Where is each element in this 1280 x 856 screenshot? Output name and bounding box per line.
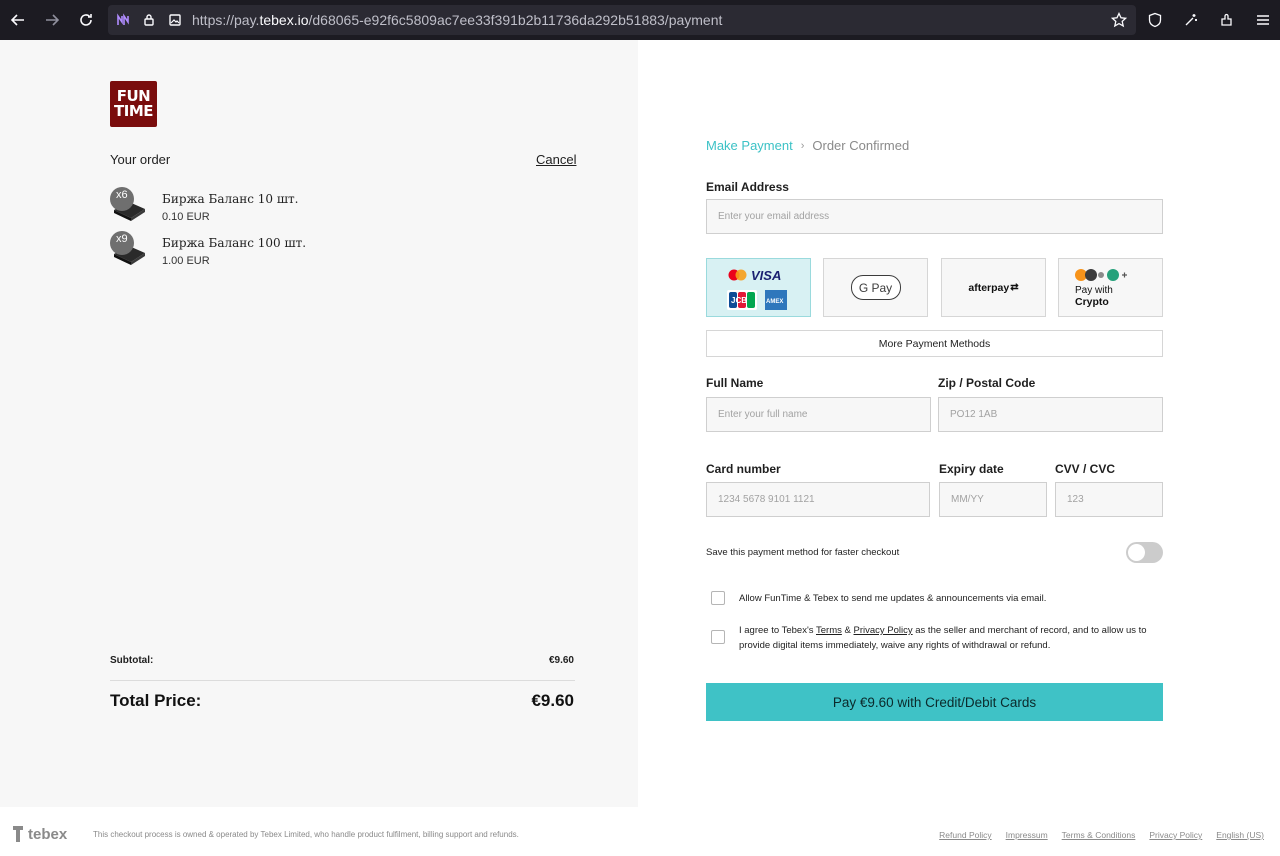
card-payment-tile[interactable]: VISA JCB AMEX (706, 258, 811, 317)
google-pay-tile[interactable]: G Pay (823, 258, 928, 317)
subtotal-label: Subtotal: (110, 655, 154, 666)
afterpay-arrows-icon: ⇄ (1010, 282, 1019, 293)
fullname-placeholder: Enter your full name (718, 409, 808, 420)
crypto-line2: Crypto (1075, 295, 1109, 308)
cvv-label: CVV / CVC (1055, 462, 1116, 476)
tebex-mark-icon (13, 826, 23, 842)
image-permission-icon[interactable] (164, 9, 186, 31)
expiry-placeholder: MM/YY (951, 494, 984, 505)
fullname-label: Full Name (706, 376, 764, 390)
item-price: 1.00 EUR (162, 255, 210, 267)
address-bar[interactable]: https://pay.tebex.io/d68065-e92f6c5809ac… (108, 5, 1136, 35)
store-logo[interactable]: FUN TIME (110, 81, 157, 127)
crypto-line1: Pay with (1075, 284, 1113, 296)
order-item: x9 Биржа Баланс 100 шт. 1.00 EUR (110, 230, 410, 270)
terms-pre-text: I agree to Tebex's (739, 625, 816, 636)
visa-logo: VISA (751, 268, 781, 283)
step-order-confirmed: Order Confirmed (812, 138, 910, 153)
refund-policy-link[interactable]: Refund Policy (939, 830, 991, 840)
impressum-link[interactable]: Impressum (1006, 830, 1048, 840)
shield-icon[interactable] (1138, 4, 1172, 36)
crypto-coins-icon (1075, 268, 1127, 281)
item-name: Биржа Баланс 100 шт. (162, 236, 307, 250)
terms-link[interactable]: Terms (816, 625, 842, 636)
updates-consent-text: Allow FunTime & Tebex to send me updates… (739, 593, 1047, 604)
expiry-label: Expiry date (939, 462, 1004, 476)
browser-toolbar: https://pay.tebex.io/d68065-e92f6c5809ac… (0, 0, 1280, 40)
crypto-tile[interactable]: Pay with Crypto (1058, 258, 1163, 317)
updates-consent-checkbox[interactable] (711, 591, 725, 605)
item-quantity: x6 (116, 189, 128, 201)
checkout-steps: Make Payment › Order Confirmed (706, 138, 909, 153)
privacy-policy-footer-link[interactable]: Privacy Policy (1149, 830, 1202, 840)
cvv-input[interactable]: 123 (1055, 482, 1163, 517)
footer: tebex This checkout process is owned & o… (0, 807, 1280, 856)
amex-logo: AMEX (766, 299, 783, 305)
order-summary-panel: FUN TIME Your order Cancel x6 Биржа Бала… (0, 40, 638, 807)
cvv-placeholder: 123 (1067, 494, 1084, 505)
url-host: tebex.io (259, 12, 309, 28)
footer-note: This checkout process is owned & operate… (93, 830, 519, 839)
google-pay-logo: G Pay (850, 275, 901, 300)
card-number-input[interactable]: 1234 5678 9101 1121 (706, 482, 930, 517)
google-pay-text: G Pay (858, 280, 893, 295)
subtotal-value: €9.60 (548, 655, 574, 666)
cancel-link[interactable]: Cancel (536, 152, 576, 167)
summary-divider (110, 680, 575, 681)
url-prefix: https://pay. (192, 12, 260, 28)
fullname-input[interactable]: Enter your full name (706, 397, 931, 432)
magic-wand-icon[interactable] (1174, 4, 1208, 36)
afterpay-tile[interactable]: afterpay ⇄ (941, 258, 1046, 317)
email-placeholder: Enter your email address (718, 211, 830, 222)
terms-amp-text: & (841, 625, 854, 636)
extension-icon[interactable] (112, 9, 134, 31)
toolbar-right (1100, 4, 1280, 36)
zip-label: Zip / Postal Code (938, 376, 1036, 390)
terms-consent-checkbox[interactable] (711, 630, 725, 644)
extensions-icon[interactable] (1210, 4, 1244, 36)
back-icon[interactable] (2, 4, 34, 36)
logo-line2: TIME (114, 102, 154, 120)
card-brands-icon: VISA JCB AMEX (726, 268, 787, 310)
item-quantity: x9 (116, 233, 128, 245)
chevron-right-icon: › (800, 139, 805, 152)
order-item: x6 Биржа Баланс 10 шт. 0.10 EUR (110, 186, 410, 226)
zip-placeholder: PO12 1AB (950, 409, 998, 420)
card-number-placeholder: 1234 5678 9101 1121 (718, 494, 815, 505)
zip-input[interactable]: PO12 1AB (938, 397, 1163, 432)
jcb-logo: JCB (731, 296, 747, 305)
bookmark-star-icon[interactable] (1102, 4, 1136, 36)
item-name: Биржа Баланс 10 шт. (162, 192, 299, 206)
save-method-toggle[interactable] (1126, 542, 1163, 563)
expiry-input[interactable]: MM/YY (939, 482, 1047, 517)
toggle-knob (1128, 544, 1145, 561)
url-path: /d68065-e92f6c5809ac7ee33f391b2b11736da2… (308, 12, 723, 28)
more-payment-methods-button[interactable]: More Payment Methods (706, 330, 1163, 357)
forward-icon[interactable] (36, 4, 68, 36)
email-input[interactable]: Enter your email address (706, 199, 1163, 234)
terms-conditions-link[interactable]: Terms & Conditions (1062, 830, 1136, 840)
tebex-logo[interactable]: tebex (12, 824, 67, 844)
item-price: 0.10 EUR (162, 211, 210, 223)
language-selector[interactable]: English (US) (1216, 830, 1264, 840)
email-label: Email Address (706, 180, 789, 194)
card-number-label: Card number (706, 462, 781, 476)
tebex-wordmark: tebex (28, 825, 68, 843)
pay-button[interactable]: Pay €9.60 with Credit/Debit Cards (706, 683, 1163, 721)
save-method-label: Save this payment method for faster chec… (706, 547, 900, 558)
total-value: €9.60 (531, 691, 574, 710)
reload-icon[interactable] (70, 4, 102, 36)
footer-links: Refund Policy Impressum Terms & Conditio… (939, 830, 1264, 840)
lock-icon[interactable] (138, 9, 160, 31)
afterpay-logo: afterpay (968, 281, 1010, 294)
terms-consent-text: I agree to Tebex's Terms & Privacy Polic… (739, 623, 1159, 653)
total-label: Total Price: (110, 691, 202, 710)
order-heading: Your order (110, 152, 171, 167)
url-text[interactable]: https://pay.tebex.io/d68065-e92f6c5809ac… (192, 12, 722, 28)
menu-icon[interactable] (1246, 4, 1280, 36)
privacy-policy-link[interactable]: Privacy Policy (854, 625, 913, 636)
step-make-payment[interactable]: Make Payment (706, 138, 793, 153)
